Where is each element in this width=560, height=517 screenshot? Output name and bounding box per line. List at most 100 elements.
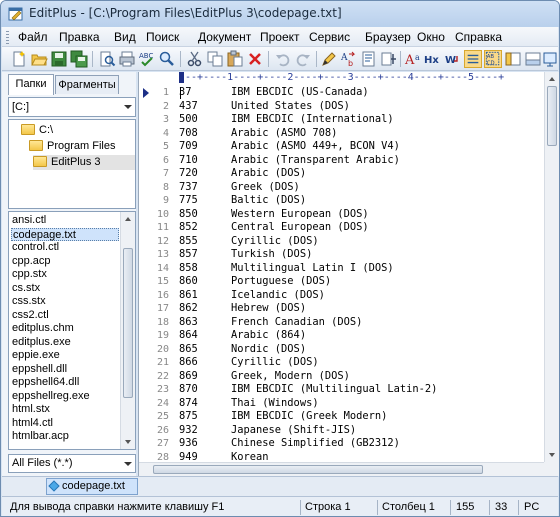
tab-clips[interactable]: Фрагменты — [55, 75, 119, 94]
code-line: 775 Baltic (DOS) — [179, 194, 306, 208]
menu-window[interactable]: Окно — [415, 29, 447, 45]
editor-horizontal-scrollbar[interactable] — [139, 462, 545, 476]
print-icon[interactable] — [118, 50, 136, 68]
codepage-name: IBM EBCDIC (International) — [231, 113, 394, 125]
font-icon[interactable]: Aa — [404, 50, 422, 68]
open-icon[interactable] — [30, 50, 48, 68]
list-item[interactable]: htmlbar.acp — [11, 430, 119, 443]
scroll-up-icon[interactable] — [549, 77, 555, 81]
codepage-number: 863 — [179, 315, 198, 328]
list-item[interactable]: eppshell64.dll — [11, 376, 119, 389]
codepage-number: 936 — [179, 437, 198, 449]
chevron-down-icon[interactable] — [124, 462, 132, 466]
folder-icon — [29, 140, 43, 151]
code-line: 860 Portuguese (DOS) — [179, 275, 331, 289]
list-item[interactable]: codepage.txt — [11, 227, 119, 241]
copy-icon[interactable] — [206, 50, 224, 68]
menu-document[interactable]: Документ — [196, 29, 253, 45]
menu-help[interactable]: Справка — [453, 29, 504, 45]
list-item[interactable]: css.stx — [11, 295, 119, 308]
list-item[interactable]: editplus.chm — [11, 322, 119, 335]
screen-icon[interactable] — [543, 50, 557, 68]
menu-grip[interactable] — [6, 31, 9, 44]
list-item[interactable]: cpp.acp — [11, 255, 119, 268]
document-tab[interactable]: codepage.txt — [46, 478, 138, 495]
scroll-down-icon[interactable] — [125, 440, 131, 444]
text-area[interactable]: 37 IBM EBCDIC (US-Canada) 437 United States… — [179, 86, 539, 462]
status-size: 33 — [495, 501, 508, 513]
codepage-number: 37 — [179, 86, 192, 98]
status-help-text: Для вывода справки нажмите клавишу F1 — [10, 501, 225, 513]
word-wrap-icon[interactable]: W — [444, 50, 462, 68]
list-item[interactable]: ansi.ctl — [11, 214, 119, 227]
save-icon[interactable] — [50, 50, 68, 68]
editor-pane[interactable]: ---+----1----+----2----+----3----+----4-… — [138, 72, 559, 476]
codepage-name: United States (DOS) — [231, 99, 350, 112]
menu-project[interactable]: Проект — [258, 29, 302, 45]
scroll-thumb[interactable] — [153, 465, 483, 474]
output-icon[interactable] — [524, 50, 542, 68]
menu-tools[interactable]: Сервис — [307, 29, 352, 45]
list-item[interactable]: editplus.exe — [11, 336, 119, 349]
menu-search[interactable]: Поиск — [144, 29, 181, 45]
codepage-name: Korean — [231, 450, 269, 463]
line-number: 13 — [156, 249, 169, 260]
tree-node-program-files[interactable]: Program Files — [29, 139, 115, 154]
codepage-number: 864 — [179, 329, 198, 341]
save-all-icon[interactable] — [70, 50, 88, 68]
new-icon[interactable] — [10, 50, 28, 68]
status-line: Строка 1 — [305, 501, 351, 513]
editor-vertical-scrollbar[interactable] — [544, 72, 559, 462]
hex-icon[interactable]: Hx — [424, 50, 442, 68]
menu-file[interactable]: Файл — [16, 29, 50, 45]
tab-folders[interactable]: Папки — [8, 74, 54, 95]
redo-icon[interactable] — [294, 50, 312, 68]
tree-node-editplus-3[interactable]: EditPlus 3 — [33, 155, 135, 170]
paste-icon[interactable] — [226, 50, 244, 68]
sidebar-icon[interactable] — [504, 50, 522, 68]
menu-view[interactable]: Вид — [112, 29, 138, 45]
insert-icon[interactable] — [380, 50, 398, 68]
highlight-icon[interactable] — [320, 50, 338, 68]
column-select-icon[interactable]: ABCD — [484, 50, 502, 68]
svg-text:a: a — [415, 53, 420, 62]
list-item[interactable]: eppshell.dll — [11, 363, 119, 376]
line-numbers-icon[interactable] — [464, 50, 482, 68]
list-item[interactable]: eppie.exe — [11, 349, 119, 362]
code-line: 865 Nordic (DOS) — [179, 343, 306, 357]
list-item[interactable]: cpp.stx — [11, 268, 119, 281]
list-item[interactable]: control.ctl — [11, 241, 119, 254]
line-number: 12 — [156, 235, 169, 247]
file-filter-select[interactable]: All Files (*.*) — [8, 454, 136, 473]
list-item[interactable]: css2.ctl — [11, 309, 119, 322]
codepage-name: IBM EBCDIC (Multilingual Latin-2) — [231, 383, 438, 395]
scroll-thumb[interactable] — [547, 86, 557, 146]
list-item[interactable]: html4.ctl — [11, 417, 119, 430]
scroll-thumb[interactable] — [123, 248, 133, 398]
codepage-number: 708 — [179, 126, 198, 139]
list-item[interactable]: html.stx — [11, 403, 119, 416]
cut-icon[interactable] — [186, 50, 204, 68]
menu-browser[interactable]: Браузер — [363, 29, 413, 45]
scroll-up-icon[interactable] — [125, 217, 131, 221]
undo-icon[interactable] — [274, 50, 292, 68]
list-item[interactable]: eppshellreg.exe — [11, 390, 119, 403]
drive-select[interactable]: [C:] — [8, 97, 136, 117]
chevron-down-icon[interactable] — [124, 105, 132, 109]
list-item[interactable]: cs.stx — [11, 282, 119, 295]
code-line: 500 IBM EBCDIC (International) — [179, 113, 394, 127]
print-preview-icon[interactable] — [98, 50, 116, 68]
menu-edit[interactable]: Правка — [57, 29, 102, 45]
find-icon[interactable] — [158, 50, 176, 68]
delete-icon[interactable] — [246, 50, 264, 68]
replace-icon[interactable]: Ab — [340, 50, 358, 68]
file-list-scrollbar[interactable] — [120, 212, 135, 449]
template-icon[interactable] — [360, 50, 378, 68]
scroll-down-icon[interactable] — [549, 453, 555, 457]
spell-check-icon[interactable]: ABC — [138, 50, 156, 68]
ruler-cursor-marker — [179, 72, 184, 83]
title-bar[interactable]: EditPlus - [C:\Program Files\EditPlus 3\… — [1, 1, 559, 27]
line-number: 7 — [162, 168, 169, 179]
code-line: 850 Western European (DOS) — [179, 208, 369, 222]
tree-node-root[interactable]: C:\ — [21, 123, 53, 138]
